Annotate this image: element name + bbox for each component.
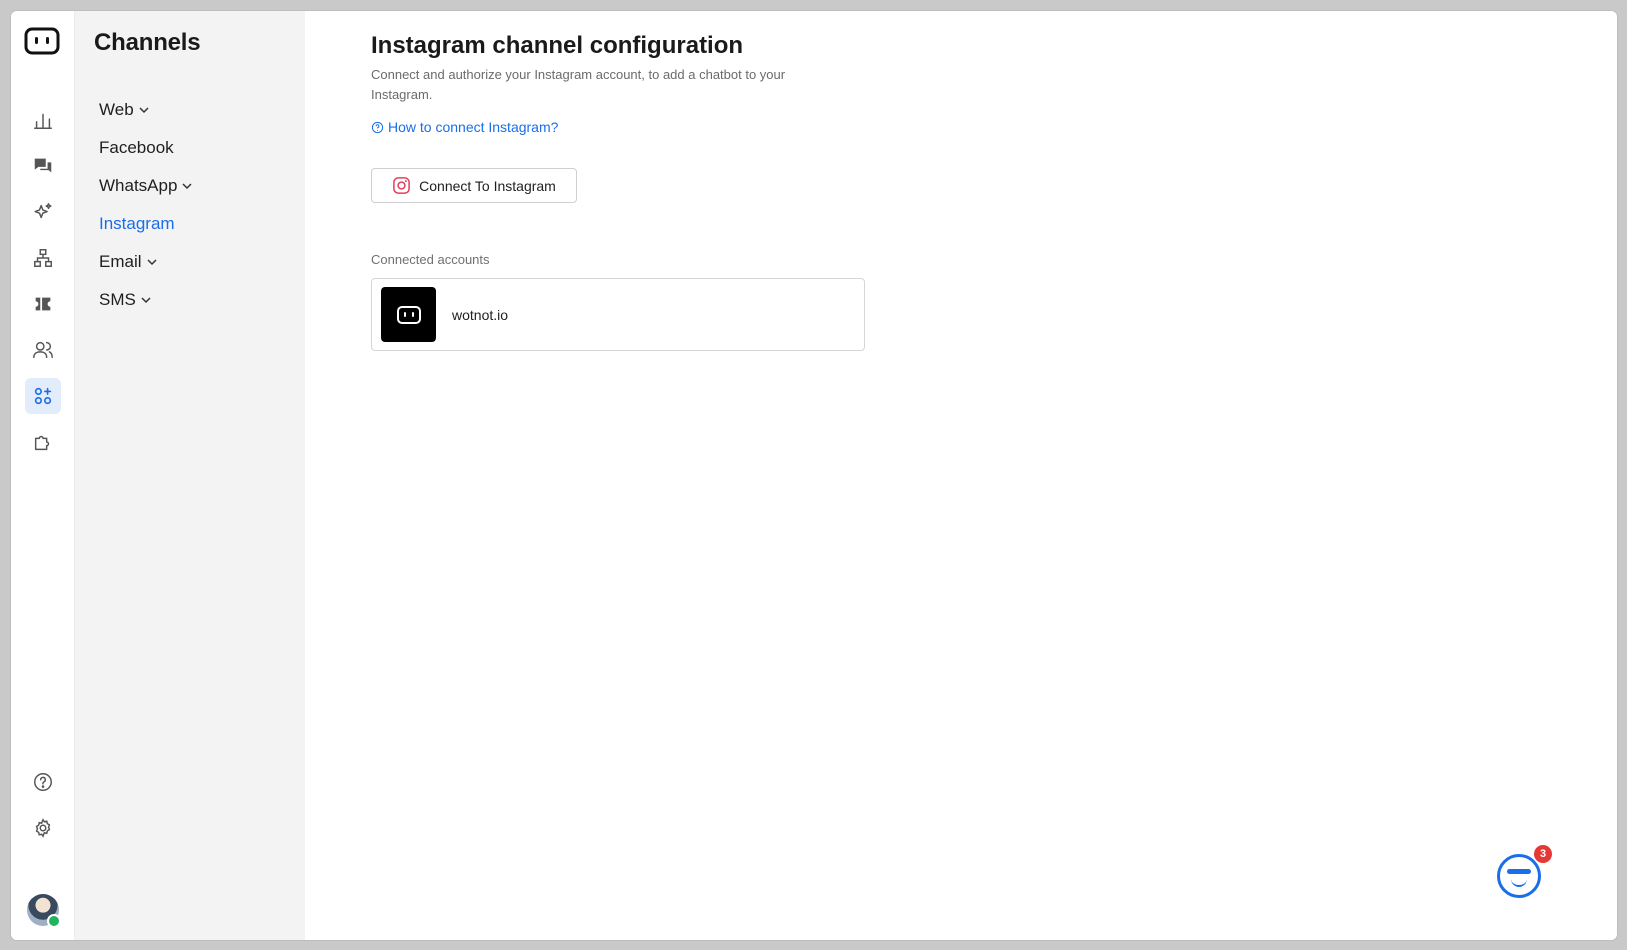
tickets-icon[interactable] (25, 286, 61, 322)
question-circle-icon (371, 121, 384, 133)
page-description: Connect and authorize your Instagram acc… (371, 67, 786, 102)
app-window: Channels Web Facebook WhatsApp Instagram… (11, 11, 1617, 940)
chevron-down-icon (141, 297, 151, 304)
app-logo-icon[interactable] (24, 25, 60, 57)
wotnot-logo-icon (396, 305, 421, 324)
account-avatar (381, 287, 436, 342)
sidebar-item-email[interactable]: Email (99, 243, 193, 281)
sidebar-item-sms[interactable]: SMS (99, 281, 193, 319)
connect-instagram-button[interactable]: Connect To Instagram (371, 168, 577, 203)
notification-badge: 3 (1534, 845, 1552, 863)
chat-widget-button[interactable]: 3 (1497, 845, 1552, 898)
channels-icon[interactable] (25, 378, 61, 414)
account-card[interactable]: wotnot.io (371, 278, 865, 351)
icon-rail (11, 11, 75, 940)
help-link-label: How to connect Instagram? (388, 119, 559, 135)
chat-widget-smile (1511, 877, 1527, 887)
user-avatar[interactable] (27, 894, 61, 928)
settings-icon[interactable] (25, 810, 61, 846)
sidebar-title: Channels (94, 29, 201, 56)
help-link[interactable]: How to connect Instagram? (371, 119, 558, 135)
channel-list: Web Facebook WhatsApp Instagram Email SM… (99, 91, 193, 319)
account-name: wotnot.io (452, 306, 509, 323)
contacts-icon[interactable] (25, 332, 61, 368)
online-status-icon (47, 914, 61, 928)
instagram-icon (393, 177, 411, 194)
connect-button-label: Connect To Instagram (419, 177, 556, 194)
chevron-down-icon (139, 107, 149, 114)
conversations-icon[interactable] (25, 148, 61, 184)
ai-sparkle-icon[interactable] (25, 194, 61, 230)
sidebar-item-web[interactable]: Web (99, 91, 193, 129)
chevron-down-icon (146, 259, 157, 266)
flow-builder-icon[interactable] (25, 240, 61, 276)
chat-widget-icon (1507, 869, 1531, 874)
channels-sidebar: Channels Web Facebook WhatsApp Instagram… (75, 11, 305, 940)
chevron-down-icon (182, 183, 192, 190)
help-icon[interactable] (25, 764, 61, 800)
sidebar-item-whatsapp[interactable]: WhatsApp (99, 167, 193, 205)
main-content: Instagram channel configuration Connect … (305, 11, 1617, 940)
analytics-icon[interactable] (25, 102, 61, 138)
integrations-icon[interactable] (25, 424, 61, 460)
page-title: Instagram channel configuration (371, 32, 744, 59)
sidebar-item-facebook[interactable]: Facebook (99, 129, 193, 167)
sidebar-item-instagram[interactable]: Instagram (99, 205, 193, 243)
connected-accounts-label: Connected accounts (371, 252, 490, 267)
